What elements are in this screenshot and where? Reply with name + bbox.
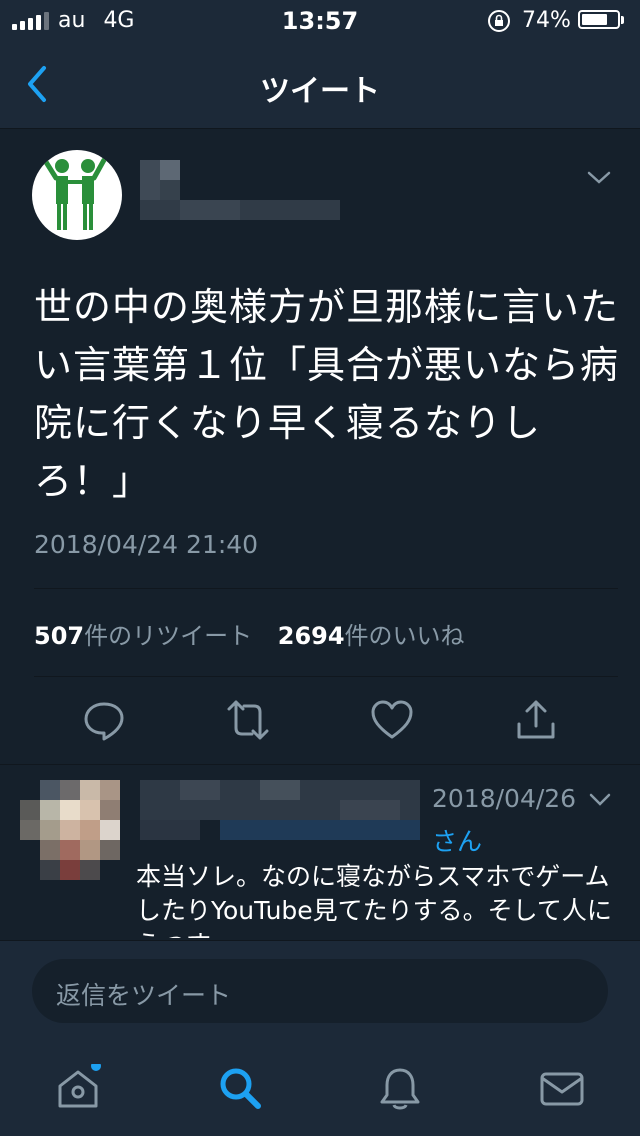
- battery-tip: [621, 16, 624, 24]
- navigation-bar: ツイート: [0, 40, 640, 129]
- page-title: ツイート: [260, 74, 380, 109]
- tweet-text: 世の中の奥様方が旦那様に言いたい言葉第１位「具合が悪いなら病院に行くなり早く寝る…: [34, 285, 620, 503]
- reply-date: 2018/04/26: [432, 784, 577, 813]
- status-bar: au 4G 13:57 74%: [0, 0, 640, 40]
- divider: [34, 588, 618, 589]
- share-icon[interactable]: [514, 698, 558, 742]
- reply-text: 本当ソレ。なのに寝ながらスマホでゲームしたりYouTube見てたりする。そして人…: [136, 862, 612, 938]
- reply-input[interactable]: 返信をツイート: [32, 959, 608, 1023]
- battery-percent: 74%: [522, 8, 571, 33]
- reply-input-placeholder: 返信をツイート: [56, 981, 232, 1010]
- avatar-logo-icon: [43, 157, 107, 230]
- like-stat[interactable]: 2694件のいいね: [278, 622, 465, 650]
- reply-mention-suffix[interactable]: さん: [432, 822, 482, 858]
- retweet-label: 件のリツイート: [84, 622, 253, 650]
- tweet-menu-chevron-icon[interactable]: [586, 170, 612, 186]
- tweet-stats: 507件のリツイート 2694件のいいね: [34, 616, 465, 651]
- like-label: 件のいいね: [344, 622, 465, 650]
- tweet-timestamp: 2018/04/24 21:40: [34, 530, 259, 559]
- tab-bar: [0, 1040, 640, 1136]
- search-icon[interactable]: [216, 1064, 264, 1112]
- author-avatar[interactable]: [32, 150, 122, 240]
- reply-icon[interactable]: [82, 698, 126, 742]
- home-icon[interactable]: [54, 1064, 102, 1112]
- reply-menu-chevron-icon[interactable]: [588, 792, 612, 808]
- like-icon[interactable]: [370, 698, 414, 742]
- like-count: 2694: [277, 622, 345, 650]
- retweet-stat[interactable]: 507件のリツイート: [34, 622, 252, 650]
- reply-compose-bar: 返信をツイート: [0, 940, 640, 1041]
- retweet-count: 507: [34, 622, 85, 650]
- retweet-icon[interactable]: [226, 698, 270, 742]
- reply-avatar[interactable]: [20, 780, 124, 884]
- notifications-icon[interactable]: [376, 1064, 424, 1112]
- rotation-lock-icon: [488, 10, 510, 32]
- divider: [0, 764, 640, 765]
- messages-icon[interactable]: [538, 1064, 586, 1112]
- tweet-actions: [0, 678, 640, 764]
- battery-icon: [578, 10, 620, 29]
- divider: [34, 676, 618, 677]
